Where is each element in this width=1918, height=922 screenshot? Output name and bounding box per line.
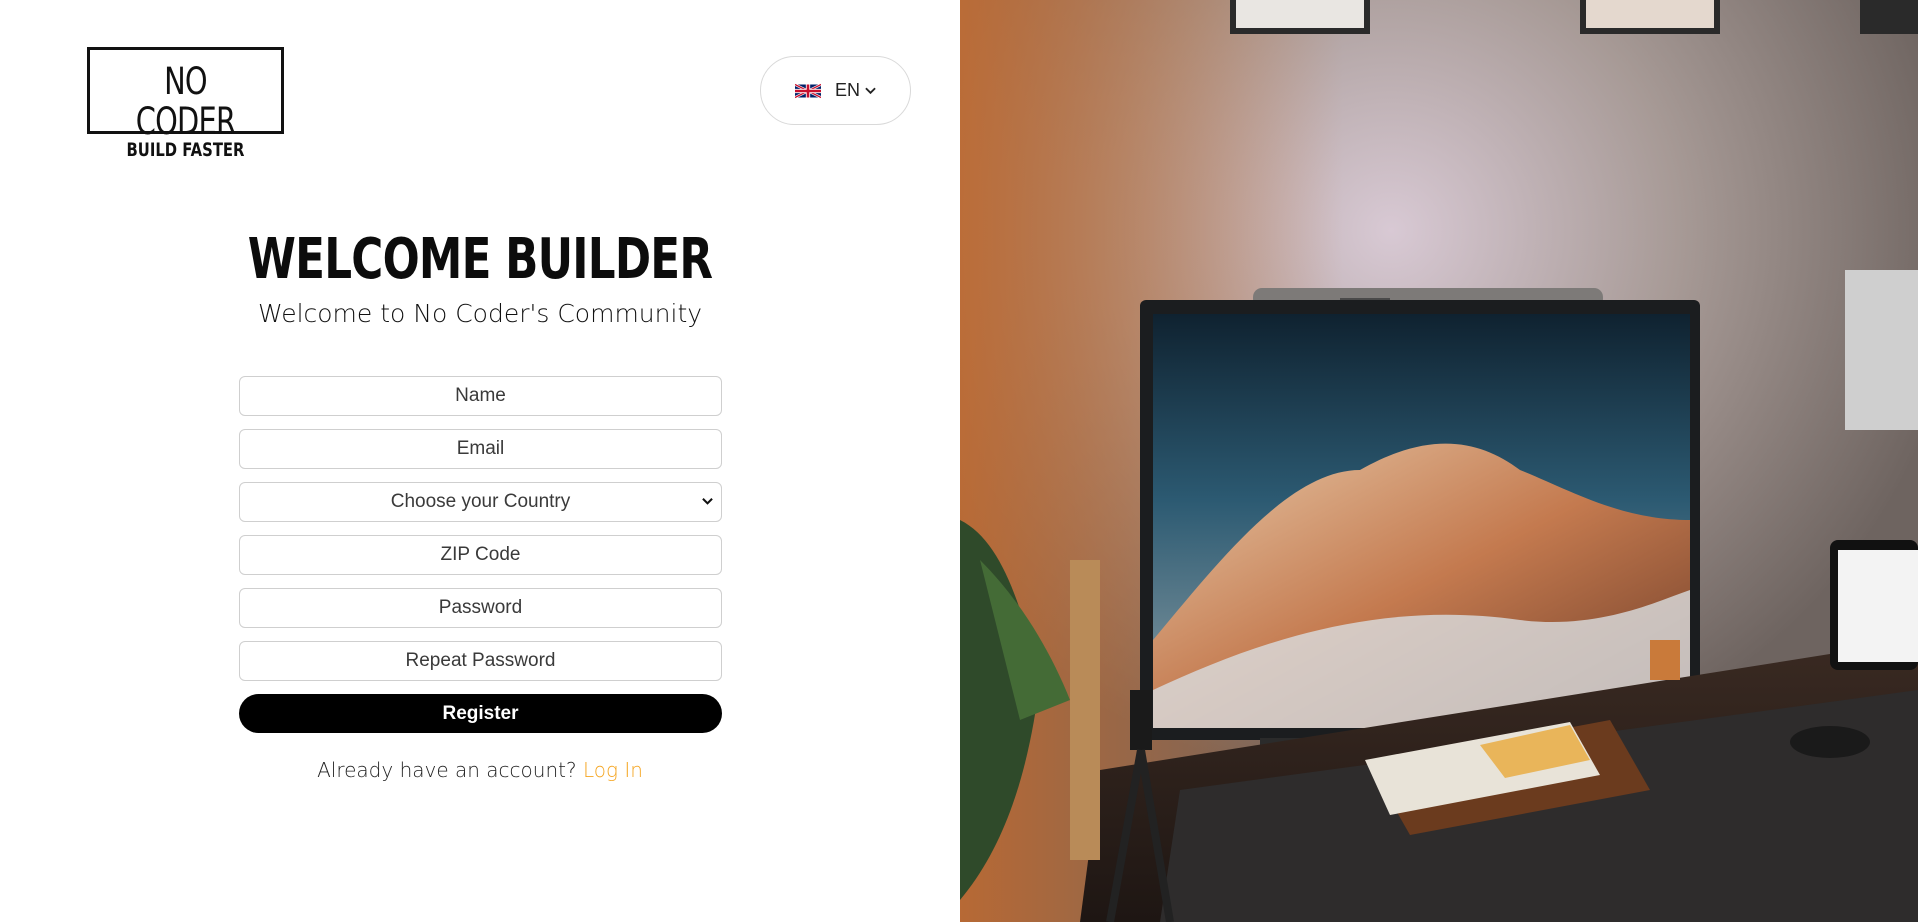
country-select[interactable]: Choose your Country [239,482,722,522]
email-field-wrapper [239,429,722,469]
name-field-wrapper [239,376,722,416]
chevron-down-icon [702,498,713,505]
repeat-password-field-wrapper [239,641,722,681]
logo-tagline: BUILD FASTER [126,139,245,161]
repeat-password-input[interactable] [240,641,721,681]
logo: NO CODER BUILD FASTER [87,47,284,160]
chevron-down-icon [865,87,876,94]
hero-illustration [960,0,1918,922]
register-button[interactable]: Register [239,694,722,733]
login-prompt-line: Already have an account? Log In [0,758,960,782]
desk-setup-photo [960,0,1918,922]
language-selector[interactable]: EN [760,56,911,125]
email-input[interactable] [240,429,721,469]
page-subtitle: Welcome to No Coder's Community [257,299,703,328]
name-input[interactable] [240,376,721,416]
login-link[interactable]: Log In [583,758,643,782]
password-field-wrapper [239,588,722,628]
login-prompt: Already have an account? [317,758,577,782]
language-code: EN [834,80,860,100]
password-input[interactable] [240,588,721,628]
uk-flag-icon [794,82,821,99]
logo-title: NO CODER [135,60,236,143]
zip-input[interactable] [240,535,721,575]
country-select-value: Choose your Country [390,491,571,512]
registration-form: Choose your Country Register [239,376,722,733]
zip-field-wrapper [239,535,722,575]
left-panel: NO CODER BUILD FASTER EN WELCOME BUILDER… [0,0,960,922]
page-title: WELCOME BUILDER [247,227,713,292]
